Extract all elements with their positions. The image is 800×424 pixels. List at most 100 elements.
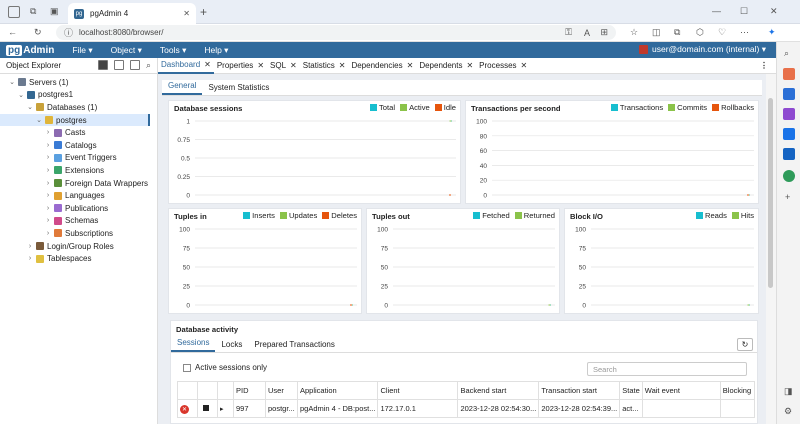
minimize-icon[interactable]: — — [712, 6, 721, 16]
scrollbar-thumb[interactable] — [768, 98, 773, 288]
close-icon[interactable]: ✕ — [521, 61, 528, 70]
chevron-down-icon[interactable]: ⌄ — [8, 78, 16, 86]
close-icon[interactable]: ✕ — [407, 61, 414, 70]
tree-node[interactable]: › Catalogs — [0, 139, 150, 152]
new-tab-button[interactable]: + — [200, 5, 207, 19]
tree-node[interactable]: ⌄ postgres1 — [0, 89, 150, 102]
tools-icon[interactable] — [783, 88, 795, 100]
site-info-icon[interactable]: ⓘ — [64, 26, 73, 39]
tree-node[interactable]: › Subscriptions — [0, 227, 150, 240]
column-header[interactable]: Client — [377, 381, 459, 400]
tab-prepared-transactions[interactable]: Prepared Transactions — [248, 340, 341, 352]
chevron-right-icon[interactable]: › — [26, 243, 34, 250]
more-options-icon[interactable]: ⋮ — [760, 61, 768, 70]
tree-node[interactable]: › Extensions — [0, 164, 150, 177]
back-icon[interactable]: ← — [8, 27, 17, 37]
tree-node[interactable]: › Event Triggers — [0, 152, 150, 165]
sidebar-layout-icon[interactable]: ◨ — [784, 386, 793, 397]
column-header[interactable]: PID — [233, 381, 266, 400]
maximize-icon[interactable]: ☐ — [740, 6, 748, 17]
menu-object[interactable]: Object ▾ — [111, 45, 142, 56]
tree-node[interactable]: ⌄ postgres — [0, 113, 150, 127]
tab-sessions[interactable]: Sessions — [171, 338, 216, 352]
tree-node[interactable]: › Schemas — [0, 215, 150, 228]
user-menu[interactable]: user@domain.com (internal) ▾ — [639, 44, 766, 55]
window-close-icon[interactable]: ✕ — [770, 6, 778, 17]
column-header[interactable]: Application — [296, 381, 379, 400]
chevron-right-icon[interactable]: › — [44, 142, 52, 149]
tab-locks[interactable]: Locks — [215, 340, 248, 352]
tree-node[interactable]: › Foreign Data Wrappers — [0, 177, 150, 190]
tab-actions-icon[interactable]: ▣ — [50, 6, 59, 17]
tab-sql[interactable]: SQL ✕ — [267, 58, 300, 74]
column-header[interactable]: Backend start — [457, 381, 540, 400]
settings-more-icon[interactable]: ⋯ — [740, 27, 749, 38]
shopping-icon[interactable] — [783, 68, 795, 80]
close-icon[interactable]: ✕ — [257, 61, 264, 70]
outlook-icon[interactable] — [783, 128, 795, 140]
refresh-button[interactable]: ↻ — [737, 338, 753, 351]
chevron-right-icon[interactable]: › — [44, 217, 52, 224]
menu-tools[interactable]: Tools ▾ — [160, 45, 186, 56]
column-header[interactable]: Blocking — [719, 381, 755, 400]
column-header[interactable]: Transaction start — [538, 381, 621, 400]
tree-node[interactable]: › Publications — [0, 202, 150, 215]
profile-icon[interactable] — [8, 6, 20, 18]
tab-close-icon[interactable]: ✕ — [183, 9, 190, 18]
chevron-right-icon[interactable]: › — [44, 180, 52, 187]
tree-icon[interactable] — [783, 170, 795, 182]
column-header[interactable]: User — [265, 381, 298, 400]
extensions-icon[interactable]: ⬡ — [696, 27, 704, 38]
office-icon[interactable] — [783, 148, 795, 160]
chevron-down-icon[interactable]: ⌄ — [26, 103, 34, 111]
tab-dependents[interactable]: Dependents ✕ — [416, 58, 476, 74]
chevron-right-icon[interactable]: › — [44, 129, 52, 136]
copilot-icon[interactable]: ✦ — [768, 27, 776, 38]
menu-file[interactable]: File ▾ — [72, 45, 92, 56]
tree-node[interactable]: ⌄ Databases (1) — [0, 101, 150, 114]
workspaces-icon[interactable]: ⧉ — [30, 6, 36, 17]
close-icon[interactable]: ✕ — [204, 60, 211, 69]
terminate-session-icon[interactable]: ✕ — [180, 404, 189, 414]
read-aloud-icon[interactable]: A — [584, 28, 590, 38]
subtab-general[interactable]: General — [162, 81, 203, 95]
subtab-system-statistics[interactable]: System Statistics — [202, 83, 275, 95]
view-data-icon[interactable] — [113, 60, 124, 70]
tab-dashboard[interactable]: Dashboard ✕ — [158, 58, 214, 74]
filter-icon[interactable] — [129, 60, 140, 70]
browser-essentials-icon[interactable]: ♡ — [718, 27, 726, 38]
tab-statistics[interactable]: Statistics ✕ — [300, 58, 349, 74]
active-sessions-checkbox[interactable] — [183, 363, 191, 372]
address-bar[interactable]: ⓘ localhost:8080/browser/ ⚿ A ⊞ — [56, 25, 616, 40]
chevron-right-icon[interactable]: › — [26, 255, 34, 262]
chevron-right-icon[interactable]: › — [44, 205, 52, 212]
tree-node[interactable]: › Tablespaces — [0, 252, 150, 265]
reload-icon[interactable]: ↻ — [34, 27, 42, 38]
tab-properties[interactable]: Properties ✕ — [214, 58, 267, 74]
chevron-right-icon[interactable]: › — [44, 230, 52, 237]
column-header[interactable]: Wait event — [641, 381, 721, 400]
menu-help[interactable]: Help ▾ — [204, 45, 228, 56]
tree-node[interactable]: › Casts — [0, 126, 150, 139]
favorites-icon[interactable]: ☆ — [630, 27, 638, 38]
query-tool-icon[interactable] — [97, 60, 108, 70]
search-icon[interactable]: ⌕ — [784, 48, 789, 59]
expand-row-icon[interactable]: ▸ — [220, 406, 224, 413]
tab-processes[interactable]: Processes ✕ — [476, 58, 530, 74]
chevron-down-icon[interactable]: ⌄ — [17, 91, 25, 99]
games-icon[interactable] — [783, 108, 795, 120]
search-input[interactable]: Search — [587, 362, 747, 376]
search-objects-icon[interactable]: ⌕ — [146, 60, 151, 71]
sidebar-settings-icon[interactable]: ⚙ — [784, 406, 792, 417]
chevron-right-icon[interactable]: › — [44, 192, 52, 199]
add-sidebar-icon[interactable]: + — [785, 192, 790, 202]
table-row[interactable]: ✕ ▸ 997 postgr... pgAdmin 4 - DB:post...… — [177, 399, 755, 418]
cancel-query-icon[interactable] — [203, 405, 209, 411]
tree-node[interactable]: › Login/Group Roles — [0, 240, 150, 253]
split-screen-icon[interactable]: ◫ — [652, 27, 661, 38]
browser-tab[interactable]: pg pgAdmin 4 ✕ — [68, 3, 196, 24]
tree-node[interactable]: ⌄ Servers (1) — [0, 76, 150, 89]
close-icon[interactable]: ✕ — [290, 61, 297, 70]
chevron-right-icon[interactable]: › — [44, 167, 52, 174]
password-key-icon[interactable]: ⚿ — [565, 27, 572, 38]
